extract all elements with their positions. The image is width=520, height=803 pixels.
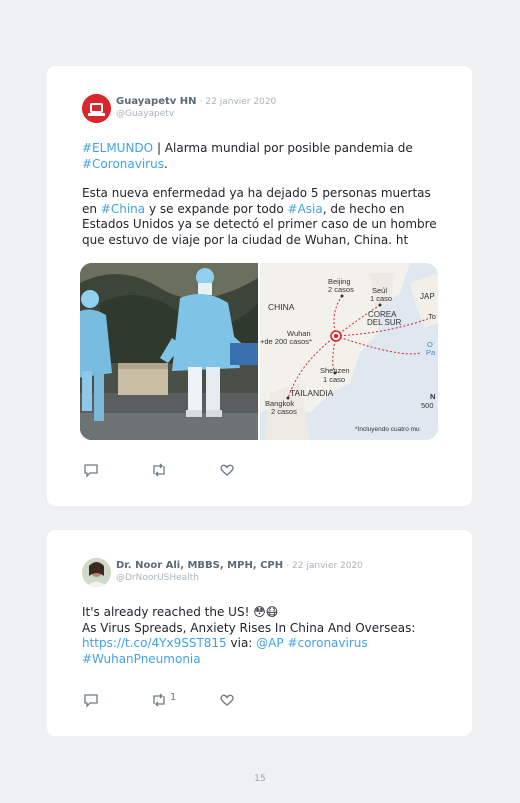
tweet-line: | Alarma mundial por posible pandemia de (153, 141, 413, 155)
hashtag-link[interactable]: #WuhanPneumonia (82, 652, 201, 666)
author-handle[interactable]: @Guayapetv (116, 109, 174, 119)
tweet-date[interactable]: · 22 janvier 2020 (200, 97, 277, 107)
tweet-line: Estados Unidos ya se detectó el primer c… (82, 217, 437, 231)
reply-icon[interactable] (83, 462, 99, 478)
tweet-line: y se expande por todo (145, 201, 288, 216)
hashtag-link[interactable]: #ELMUNDO (82, 141, 153, 155)
map-label: 2 casos (328, 285, 354, 294)
like-icon[interactable] (219, 462, 235, 478)
hazmat-workers-photo (80, 263, 258, 440)
hashtag-link[interactable]: #coronavirus (287, 636, 367, 650)
page-number: 15 (254, 774, 266, 784)
map-label: 2 casos (271, 407, 297, 416)
tweet-actions (83, 462, 283, 478)
retweet-icon[interactable]: 1 (150, 692, 176, 708)
map-label: JAP (420, 292, 435, 301)
avatar[interactable] (82, 94, 111, 123)
map-label: *Incluyendo cuatro mu (355, 426, 420, 433)
tweet-text: It's already reached the US! 😳😷 As Virus… (82, 605, 442, 667)
tweet-card: Dr. Noor Ali, MBBS, MPH, CPH · 22 janvie… (47, 530, 472, 736)
hashtag-link[interactable]: #Asia (288, 202, 323, 216)
reply-icon[interactable] (83, 692, 99, 708)
tweet-card: Guayapetv HN · 22 janvier 2020 @Guayapet… (47, 66, 472, 506)
map-label: 1 caso (370, 294, 392, 303)
like-icon[interactable] (219, 692, 235, 708)
hashtag-link[interactable]: #Coronavirus (82, 157, 164, 171)
tweet-date[interactable]: · 22 janvier 2020 (286, 561, 363, 571)
tweet-line: Esta nueva enfermedad ya ha dejado 5 per… (82, 186, 431, 200)
map-label: TAILANDIA (290, 388, 334, 398)
profile-photo (82, 558, 111, 587)
tweet-text: #ELMUNDO | Alarma mundial por posible pa… (82, 141, 442, 248)
tweet-line: en (82, 201, 101, 216)
tweet-line: . (163, 156, 168, 171)
map-label: +de 200 casos* (260, 337, 312, 346)
retweet-count: 1 (170, 692, 177, 703)
map-label: Shenzen (320, 366, 350, 375)
author-name[interactable]: Dr. Noor Ali, MBBS, MPH, CPH (116, 560, 283, 571)
url-link[interactable]: https://t.co/4Yx9SST815 (82, 636, 227, 650)
tweet-line: It's already reached the US! 😳😷 (82, 605, 279, 619)
mention-link[interactable]: @AP (256, 636, 283, 650)
tweet-line: via: (226, 636, 257, 650)
avatar[interactable] (82, 558, 111, 587)
guayapetv-logo-icon (82, 94, 111, 123)
map-label: DEL SUR (367, 318, 402, 327)
author-handle[interactable]: @DrNoorUSHealth (116, 573, 199, 583)
outbreak-map: CHINA Beijing 2 casos Seúl 1 caso COREA … (260, 263, 438, 440)
map-label: To (428, 312, 436, 321)
author-name[interactable]: Guayapetv HN (116, 96, 197, 107)
map-label: N (430, 392, 435, 401)
map-label: 1 caso (323, 375, 345, 384)
tweet-line: As Virus Spreads, Anxiety Rises In China… (82, 620, 416, 635)
map-label: 500 (421, 401, 434, 410)
tweet-line: que estuvo de viaje por la ciudad de Wuh… (82, 232, 409, 247)
tweet-actions: 1 (83, 692, 283, 708)
tweet-media[interactable]: CHINA Beijing 2 casos Seúl 1 caso COREA … (80, 263, 438, 440)
hashtag-link[interactable]: #China (101, 202, 145, 216)
map-label: Pa (426, 348, 436, 357)
retweet-icon[interactable] (150, 462, 168, 478)
tweet-line: , de hecho en (322, 201, 405, 216)
map-label: CHINA (268, 302, 295, 312)
